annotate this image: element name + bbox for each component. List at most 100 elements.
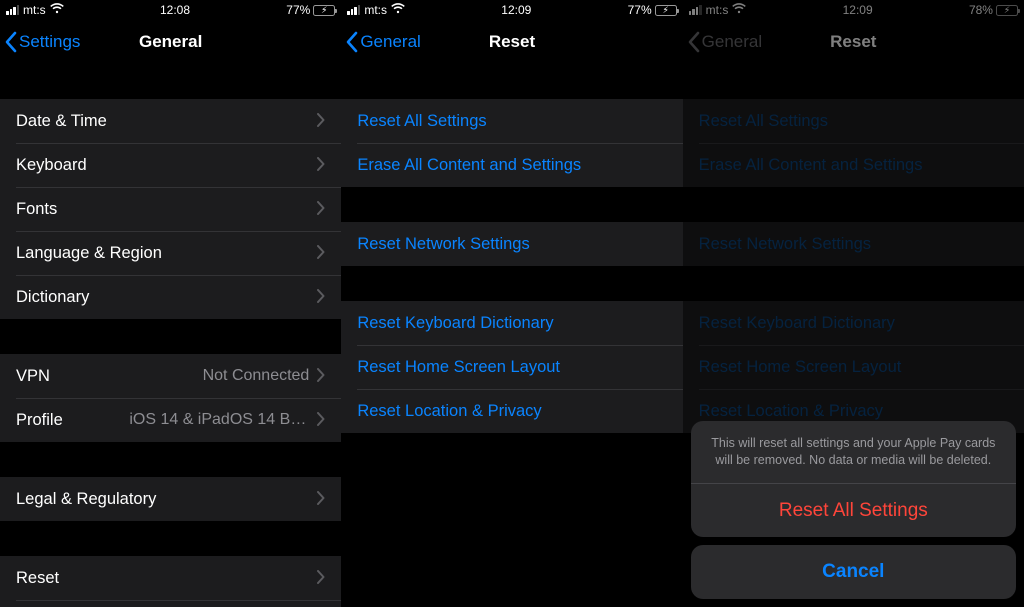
cell-label: Reset Network Settings	[699, 235, 1008, 254]
phone-general: mt:s 12:08 77% ⚡︎ Settings General Date …	[0, 0, 341, 607]
reset-list: Reset All Settings Erase All Content and …	[341, 64, 682, 433]
back-button[interactable]: General	[345, 20, 420, 64]
cell-label: Erase All Content and Settings	[699, 156, 1008, 175]
chevron-back-icon	[345, 31, 358, 53]
chevron-right-icon	[317, 570, 325, 587]
row-erase-all-content: Erase All Content and Settings	[683, 143, 1024, 187]
status-bar: mt:s 12:09 78% ⚡︎	[683, 0, 1024, 20]
cell-value: Not Connected	[203, 367, 310, 385]
clock: 12:09	[843, 3, 873, 17]
section-gap	[0, 319, 341, 354]
back-button: General	[687, 20, 762, 64]
row-reset-network: Reset Network Settings	[683, 222, 1024, 266]
settings-list: Date & Time Keyboard Fonts Language & Regio…	[0, 64, 341, 607]
chevron-right-icon	[317, 245, 325, 262]
row-reset-all-settings[interactable]: Reset All Settings	[341, 99, 682, 143]
battery-icon: ⚡︎	[655, 5, 677, 16]
battery-percent: 78%	[969, 3, 993, 17]
chevron-right-icon	[317, 289, 325, 306]
section-gap	[0, 64, 341, 99]
chevron-right-icon	[317, 201, 325, 218]
cell-label: Reset Keyboard Dictionary	[357, 314, 666, 333]
battery-percent: 77%	[628, 3, 652, 17]
row-keyboard[interactable]: Keyboard	[0, 143, 341, 187]
cancel-button[interactable]: Cancel	[691, 545, 1016, 599]
chevron-right-icon	[317, 412, 325, 429]
cell-group: Reset Keyboard Dictionary Reset Home Scre…	[683, 301, 1024, 433]
cell-group: Reset Keyboard Dictionary Reset Home Scre…	[341, 301, 682, 433]
row-shut-down[interactable]: Shut Down	[0, 600, 341, 607]
carrier-label: mt:s	[23, 3, 46, 17]
reset-list: Reset All Settings Erase All Content and …	[683, 64, 1024, 433]
status-bar: mt:s 12:09 77% ⚡︎	[341, 0, 682, 20]
charging-bolt-icon: ⚡︎	[997, 5, 1017, 16]
cellular-signal-icon	[689, 5, 702, 15]
cell-label: Reset Network Settings	[357, 235, 666, 254]
row-dictionary[interactable]: Dictionary	[0, 275, 341, 319]
section-gap	[683, 64, 1024, 99]
row-erase-all-content[interactable]: Erase All Content and Settings	[341, 143, 682, 187]
row-vpn[interactable]: VPNNot Connected	[0, 354, 341, 398]
section-gap	[341, 64, 682, 99]
status-bar: mt:s 12:08 77% ⚡︎	[0, 0, 341, 20]
clock: 12:09	[501, 3, 531, 17]
cell-label: Profile	[16, 411, 129, 430]
row-profile[interactable]: ProfileiOS 14 & iPadOS 14 Beta Softwar…	[0, 398, 341, 442]
cell-group: ResetShut Down	[0, 556, 341, 607]
row-reset-location-privacy[interactable]: Reset Location & Privacy	[341, 389, 682, 433]
row-reset-network[interactable]: Reset Network Settings	[341, 222, 682, 266]
section-gap	[341, 187, 682, 222]
charging-bolt-icon: ⚡︎	[656, 5, 676, 16]
row-reset-all-settings: Reset All Settings	[683, 99, 1024, 143]
row-reset[interactable]: Reset	[0, 556, 341, 600]
chevron-back-icon	[687, 31, 700, 53]
back-label: General	[702, 32, 762, 52]
chevron-back-icon	[4, 31, 17, 53]
page-title: General	[139, 32, 202, 52]
wifi-icon	[50, 3, 64, 17]
cell-label: Reset Location & Privacy	[357, 402, 666, 421]
cell-label: Fonts	[16, 200, 317, 219]
battery-icon: ⚡︎	[996, 5, 1018, 16]
row-reset-keyboard-dict[interactable]: Reset Keyboard Dictionary	[341, 301, 682, 345]
clock: 12:08	[160, 3, 190, 17]
row-legal[interactable]: Legal & Regulatory	[0, 477, 341, 521]
cell-group: Reset Network Settings	[341, 222, 682, 266]
chevron-right-icon	[317, 368, 325, 385]
back-button[interactable]: Settings	[4, 20, 80, 64]
carrier-label: mt:s	[706, 3, 729, 17]
cell-label: Date & Time	[16, 112, 317, 131]
section-gap	[0, 521, 341, 556]
cell-label: VPN	[16, 367, 203, 386]
section-gap	[341, 266, 682, 301]
action-sheet-message: This will reset all settings and your Ap…	[691, 421, 1016, 483]
row-reset-home-layout: Reset Home Screen Layout	[683, 345, 1024, 389]
battery-percent: 77%	[286, 3, 310, 17]
phone-reset: mt:s 12:09 77% ⚡︎ General Reset Reset Al…	[341, 0, 682, 607]
section-gap	[0, 442, 341, 477]
cell-group: Date & Time Keyboard Fonts Language & Regio…	[0, 99, 341, 319]
chevron-right-icon	[317, 157, 325, 174]
row-language-region[interactable]: Language & Region	[0, 231, 341, 275]
reset-all-settings-confirm-button[interactable]: Reset All Settings	[691, 483, 1016, 537]
cell-label: Language & Region	[16, 244, 317, 263]
section-gap	[683, 266, 1024, 301]
cell-label: Keyboard	[16, 156, 317, 175]
row-fonts[interactable]: Fonts	[0, 187, 341, 231]
cell-value: iOS 14 & iPadOS 14 Beta Softwar…	[129, 411, 309, 429]
cell-label: Reset All Settings	[357, 112, 666, 131]
chevron-right-icon	[317, 113, 325, 130]
row-reset-home-layout[interactable]: Reset Home Screen Layout	[341, 345, 682, 389]
cell-group: Reset All Settings Erase All Content and …	[341, 99, 682, 187]
cell-label: Reset Keyboard Dictionary	[699, 314, 1008, 333]
action-sheet: This will reset all settings and your Ap…	[691, 421, 1016, 599]
cell-group: VPNNot ConnectedProfileiOS 14 & iPadOS 1…	[0, 354, 341, 442]
cell-group: Reset Network Settings	[683, 222, 1024, 266]
chevron-right-icon	[317, 491, 325, 508]
back-label: Settings	[19, 32, 80, 52]
row-date-time[interactable]: Date & Time	[0, 99, 341, 143]
cell-label: Dictionary	[16, 288, 317, 307]
section-gap	[683, 187, 1024, 222]
cell-label: Reset All Settings	[699, 112, 1008, 131]
nav-bar: General Reset	[341, 20, 682, 64]
